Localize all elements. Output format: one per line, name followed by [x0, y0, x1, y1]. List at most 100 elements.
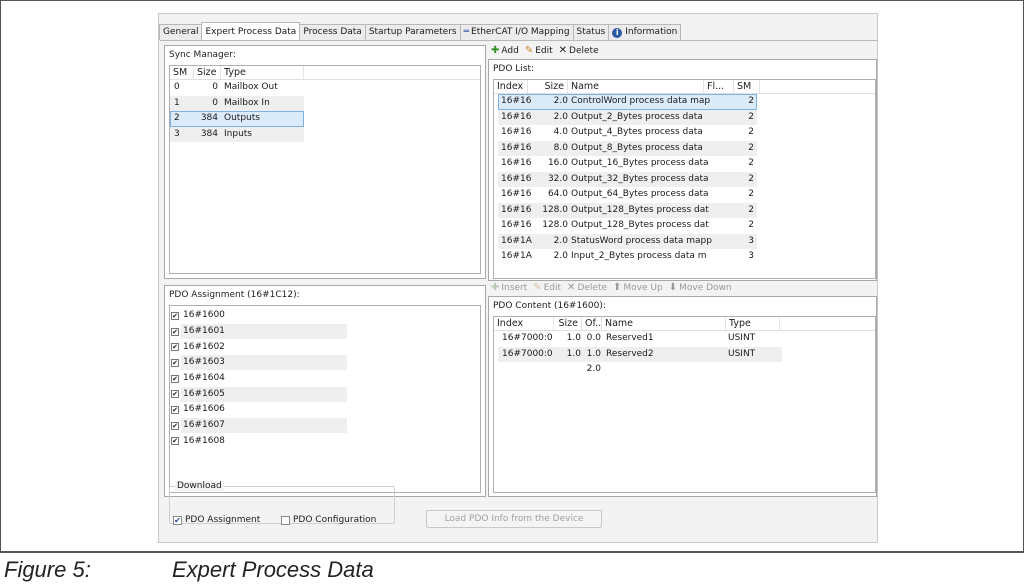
- pdo-assignment-item[interactable]: ✔ 16#1601: [170, 324, 480, 340]
- column-header-sm[interactable]: SM: [734, 80, 760, 93]
- cell-size: 128.0: [542, 220, 568, 230]
- tab-startup-parameters[interactable]: Startup Parameters: [364, 24, 461, 40]
- cell-flags: [707, 203, 737, 219]
- delete-x-icon: ✕: [558, 45, 568, 56]
- cell-name: StatusWord process data mapp: [571, 235, 712, 246]
- tab-expert-process-data[interactable]: Expert Process Data: [201, 22, 301, 40]
- cell-size: 32.0: [547, 173, 568, 184]
- tab-status[interactable]: Status: [572, 24, 610, 40]
- checkbox-box[interactable]: ✔: [171, 327, 179, 336]
- checkbox-box[interactable]: ✔: [171, 358, 179, 367]
- pdo-assignment-label: 16#1608: [183, 435, 225, 446]
- column-header-name[interactable]: Name: [568, 80, 704, 93]
- column-header-type[interactable]: Type: [726, 317, 780, 330]
- table-row[interactable]: 16#16 2.0 ControlWord process data map 2: [494, 94, 875, 110]
- tab-ethercat-io-mapping[interactable]: ═ EtherCAT I/O Mapping: [459, 24, 574, 40]
- checkbox-box[interactable]: ✔: [173, 515, 182, 525]
- pdo-assignment-item[interactable]: ✔ 16#1600: [170, 308, 480, 324]
- delete-button[interactable]: ✕ Delete: [558, 45, 599, 57]
- table-row[interactable]: 16#16 4.0 Output_4_Bytes process data 2: [494, 125, 875, 141]
- pdo-assignment-item[interactable]: ✔ 16#1602: [170, 339, 480, 355]
- pdo-configuration-checkbox[interactable]: PDO Configuration: [281, 515, 376, 525]
- checkbox-box[interactable]: ✔: [171, 390, 179, 399]
- column-header-size[interactable]: Size: [554, 317, 582, 330]
- table-row[interactable]: 1 0 Mailbox In: [170, 95, 480, 111]
- table-row[interactable]: 16#7000:0 1.0 1.0 Reserved2 USINT: [494, 346, 875, 362]
- table-row[interactable]: 16#16 128.0 Output_128_Bytes process dat 2: [494, 202, 875, 219]
- row-cells: 16#16 32.0 Output_32_Bytes process data 2: [498, 171, 757, 187]
- insert-button[interactable]: ✚ Insert: [491, 283, 527, 294]
- tab-general[interactable]: General: [159, 24, 203, 40]
- column-header-type[interactable]: Type: [221, 66, 304, 79]
- row-cells: 16#16 128.0 Output_128_Bytes process dat 2: [498, 218, 757, 234]
- row-cells: 3 384 Inputs: [170, 126, 304, 142]
- checkbox-box[interactable]: [281, 515, 290, 525]
- cell-flags: [707, 94, 737, 110]
- sync-manager-panel: Sync Manager: SM Size Type 0 0 Mailbox Out…: [164, 45, 486, 279]
- pdo-assignment-label: 16#1601: [181, 324, 347, 340]
- move-up-button[interactable]: ⬆ Move Up: [613, 283, 663, 294]
- cell-name: Output_16_Bytes process data: [571, 158, 709, 168]
- cell-index: 16#16: [501, 204, 532, 215]
- delete-button[interactable]: ✕ Delete: [567, 283, 607, 294]
- table-row[interactable]: 16#16 32.0 Output_32_Bytes process data 2: [494, 171, 875, 187]
- move-down-button[interactable]: ⬇ Move Down: [669, 283, 732, 294]
- pdo-assignment-item[interactable]: ✔ 16#1603: [170, 355, 480, 371]
- table-row[interactable]: 16#16 8.0 Output_8_Bytes process data 2: [494, 140, 875, 156]
- cell-index: 16#16: [501, 173, 532, 184]
- pdo-assignment-item[interactable]: ✔ 16#1607: [170, 418, 480, 434]
- cell-flags: [707, 156, 737, 172]
- figure-caption: Figure 5: Expert Process Data: [0, 552, 1024, 586]
- pdo-assignment-label: 16#1600: [183, 310, 225, 321]
- checkbox-box[interactable]: ✔: [171, 343, 179, 352]
- load-pdo-info-button[interactable]: Load PDO Info from the Device: [426, 510, 602, 528]
- cell-index: 16#16: [501, 111, 532, 122]
- pdo-assignment-item[interactable]: ✔ 16#1608: [170, 434, 480, 450]
- checkbox-box[interactable]: ✔: [171, 311, 179, 320]
- column-header-name[interactable]: Name: [602, 317, 726, 330]
- column-header-flags[interactable]: Fl...: [704, 80, 734, 93]
- column-header-sm[interactable]: SM: [170, 66, 194, 79]
- pdo-content-rows: 16#7000:0 1.0 0.0 Reserved1 USINT 16#7000:0 1.…: [494, 331, 875, 378]
- table-row[interactable]: 2 384 Outputs: [170, 111, 480, 127]
- column-header-size[interactable]: Size: [194, 66, 221, 79]
- pdo-assignment-panel: PDO Assignment (16#1C12): ✔ 16#1600 ✔ 16#16…: [164, 285, 486, 497]
- figure-frame: General Expert Process Data Process Data…: [0, 0, 1024, 552]
- table-row[interactable]: 16#16 64.0 Output_64_Bytes process data 2: [494, 187, 875, 203]
- column-header-index[interactable]: Index: [494, 80, 528, 93]
- checkbox-box[interactable]: ✔: [171, 421, 179, 430]
- table-row[interactable]: 16#1A 2.0 Input_2_Bytes process data m 3: [494, 249, 875, 265]
- pdo-list-header: Index Size Name Fl... SM: [494, 80, 875, 94]
- tab-information[interactable]: i Information: [608, 24, 682, 40]
- table-row[interactable]: 3 384 Inputs: [170, 126, 480, 142]
- checkbox-box[interactable]: ✔: [171, 405, 179, 414]
- column-header-index[interactable]: Index: [494, 317, 554, 330]
- row-cells: 0 0 Mailbox Out: [170, 80, 304, 96]
- edit-button[interactable]: ✎ Edit: [525, 46, 553, 57]
- table-row[interactable]: 16#16 16.0 Output_16_Bytes process data 2: [494, 156, 875, 172]
- table-row[interactable]: 0 0 Mailbox Out: [170, 80, 480, 96]
- tab-process-data[interactable]: Process Data: [299, 24, 366, 40]
- checkbox-box[interactable]: ✔: [171, 437, 179, 446]
- row-cells: 16#16 2.0 Output_2_Bytes process data 2: [498, 109, 757, 125]
- pdo-assignment-item[interactable]: ✔ 16#1604: [170, 371, 480, 387]
- pdo-list-table: Index Size Name Fl... SM 16#16 2.0 Control…: [493, 79, 876, 279]
- table-row[interactable]: 16#1A 2.0 StatusWord process data mapp 3: [494, 233, 875, 249]
- column-header-size[interactable]: Size: [528, 80, 568, 93]
- table-row[interactable]: 2.0: [494, 362, 875, 378]
- cell-sm: 3: [748, 251, 754, 261]
- pdo-assignment-item[interactable]: ✔ 16#1605: [170, 386, 480, 402]
- table-row[interactable]: 16#16 128.0 Output_128_Bytes process dat 2: [494, 218, 875, 234]
- sync-manager-list: SM Size Type 0 0 Mailbox Out 1 0 Mailbox In 2 3…: [169, 65, 481, 274]
- table-row[interactable]: 16#16 2.0 Output_2_Bytes process data 2: [494, 109, 875, 125]
- edit-button[interactable]: ✎ Edit: [533, 283, 561, 294]
- cell-size: 2.0: [553, 251, 568, 261]
- checkbox-box[interactable]: ✔: [171, 374, 179, 383]
- table-row[interactable]: 16#7000:0 1.0 0.0 Reserved1 USINT: [494, 331, 875, 347]
- cell-index: 16#1A: [501, 235, 532, 246]
- column-header-offset[interactable]: Of...: [582, 317, 602, 330]
- cell-type: USINT: [728, 348, 756, 359]
- add-button[interactable]: ✚ Add: [491, 46, 519, 57]
- pdo-assignment-item[interactable]: ✔ 16#1606: [170, 402, 480, 418]
- pdo-assignment-checkbox[interactable]: ✔ PDO Assignment: [173, 515, 260, 525]
